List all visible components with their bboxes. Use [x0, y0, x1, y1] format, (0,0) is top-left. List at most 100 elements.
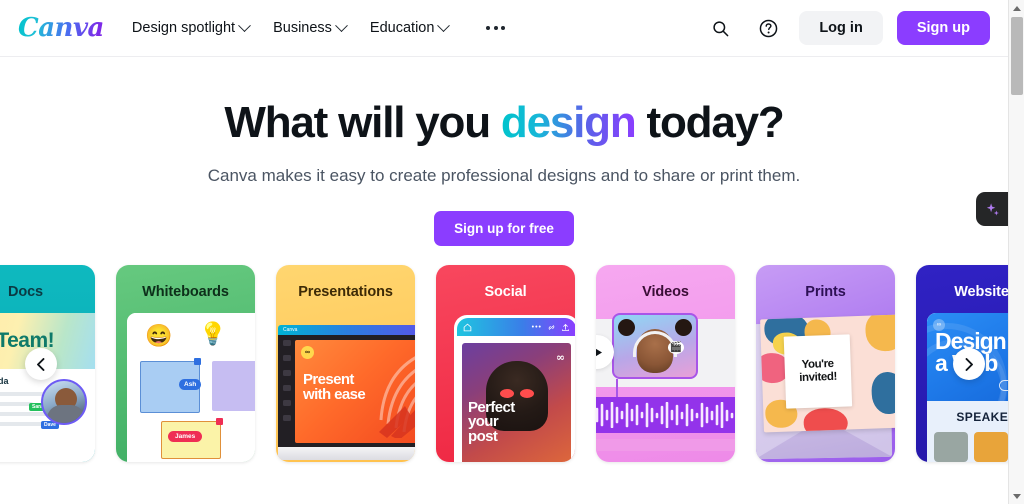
paper-fan-graphic [379, 356, 415, 438]
sidebar-icon [282, 355, 291, 361]
ellipsis-dot [493, 26, 498, 30]
timeline-connector [616, 379, 618, 397]
chevron-left-icon [37, 357, 45, 371]
sunglasses-graphic [499, 389, 534, 398]
signup-free-button[interactable]: Sign up for free [434, 211, 574, 247]
nav-item-design-spotlight[interactable]: Design spotlight [131, 18, 251, 36]
sparkles-icon [986, 202, 999, 215]
page-root: Canva Design spotlight Business Educatio… [0, 0, 1024, 504]
laptop-base [278, 447, 415, 460]
collaborator-cursor-label: James [168, 431, 203, 442]
video-clip-thumbnail: 🎬 [612, 313, 698, 379]
hero-subtitle: Canva makes it easy to create profession… [207, 166, 801, 186]
slide-text: Present with ease [303, 372, 366, 403]
hair-bun [675, 319, 692, 336]
card-artwork: ∞ Design a Web SPEAKERS [927, 313, 1008, 462]
carousel-card-videos[interactable]: Videos 🎬 [596, 265, 735, 462]
carousel-card-social[interactable]: Social ••• ∞ Perfect your post [436, 265, 575, 462]
sidebar-icon [282, 340, 291, 346]
sidebar-icon [282, 400, 291, 406]
site-header: Canva Design spotlight Business Educatio… [0, 0, 1008, 57]
scroll-up-button[interactable] [1009, 0, 1024, 16]
login-button[interactable]: Log in [799, 11, 883, 45]
collaborator-cursor-label: Ash [179, 379, 202, 390]
signup-button[interactable]: Sign up [896, 11, 990, 45]
search-button[interactable] [703, 11, 737, 45]
card-artwork: Canva ∞ Present with ease [276, 317, 415, 462]
card-title: Presentations [298, 284, 393, 300]
scroll-down-button[interactable] [1009, 488, 1024, 504]
nav-item-business[interactable]: Business [273, 18, 348, 36]
timeline-scrub-bar [596, 439, 735, 451]
nav-label: Design spotlight [131, 20, 236, 36]
hero-section: What will you design today? Canva makes … [0, 57, 1008, 247]
social-post-image: ∞ Perfect your post [462, 343, 571, 462]
post-caption: Perfect your post [468, 400, 567, 444]
nav-item-education[interactable]: Education [370, 18, 451, 36]
ellipsis-dot [501, 26, 506, 30]
presentation-slide: ∞ Present with ease [295, 340, 415, 443]
invitation-text: You're invited! [799, 358, 838, 385]
phone-mockup: ••• ∞ Perfect your post [454, 315, 575, 462]
speaker-thumbnail [974, 432, 1008, 462]
card-title: Websites [954, 284, 1008, 300]
chevron-down-icon [238, 18, 251, 32]
headline-part-1: What will you [224, 98, 501, 147]
help-button[interactable] [751, 11, 785, 45]
invitation-card-graphic: You're invited! [760, 314, 895, 433]
audio-waveform-track [596, 397, 735, 433]
header-actions: Log in Sign up [703, 11, 990, 45]
waveform-icon [596, 402, 734, 428]
avatar-body [47, 405, 85, 423]
play-icon [596, 348, 602, 356]
card-title: Whiteboards [142, 284, 229, 300]
headline-part-2: today? [635, 98, 785, 147]
laptop-mockup: Canva ∞ Present with ease [278, 325, 415, 462]
magic-studio-button[interactable] [976, 192, 1008, 226]
card-title: Prints [805, 284, 846, 300]
card-artwork: 🎬 [596, 313, 735, 462]
help-circle-icon [759, 19, 778, 37]
headline-highlight: design [500, 98, 637, 147]
smiley-emoji-icon: 😄 [145, 323, 173, 348]
carousel-track: Docs Hi Team! Amanda Sara Dave [0, 265, 1008, 463]
carousel-next-button[interactable] [953, 348, 985, 380]
ellipsis-dot [486, 26, 491, 30]
avatar [41, 379, 87, 425]
website-section-title: SPEAKERS [956, 410, 1008, 424]
scrollbar-thumb[interactable] [1011, 17, 1023, 95]
speaker-thumbnail [934, 432, 968, 462]
whiteboard-canvas: 😄 💡 Ash James [127, 313, 255, 462]
carousel-card-whiteboards[interactable]: Whiteboards 😄 💡 Ash James [116, 265, 255, 462]
carousel-card-prints[interactable]: Prints You're invited! [756, 265, 895, 462]
phone-app-bar: ••• [457, 318, 575, 336]
card-artwork: 😄 💡 Ash James [127, 313, 255, 462]
card-title: Social [484, 284, 527, 300]
invite-line-1: You're [801, 358, 834, 372]
website-mockup: ∞ Design a Web SPEAKERS [927, 313, 1008, 462]
sidebar-icon [282, 370, 291, 376]
decorative-blob [864, 314, 895, 352]
decorative-blob [803, 407, 849, 433]
invite-line-2: invited! [799, 370, 838, 385]
carousel-prev-button[interactable] [25, 348, 57, 380]
more-menu-button[interactable] [486, 26, 506, 30]
card-artwork: ••• ∞ Perfect your post [436, 313, 575, 462]
nav-label: Business [273, 20, 332, 36]
website-speaker-thumbnails [927, 424, 1008, 462]
whiteboard-shape [212, 361, 255, 411]
shape-handle [216, 418, 223, 425]
canva-logo[interactable]: Canva [18, 13, 104, 43]
website-cta-pill [999, 380, 1008, 391]
editor-body: ∞ Present with ease [278, 335, 415, 447]
page-scrollbar[interactable] [1008, 0, 1024, 504]
hair-bun [618, 319, 635, 336]
chevron-down-icon [437, 18, 451, 32]
chevron-down-icon [335, 18, 348, 32]
home-icon [463, 323, 472, 331]
link-icon [548, 324, 555, 330]
sidebar-icon [282, 385, 291, 391]
carousel-card-presentations[interactable]: Presentations Canva ∞ Present with ease [276, 265, 415, 462]
share-icon [562, 323, 569, 331]
browser-viewport: Canva Design spotlight Business Educatio… [0, 0, 1008, 504]
